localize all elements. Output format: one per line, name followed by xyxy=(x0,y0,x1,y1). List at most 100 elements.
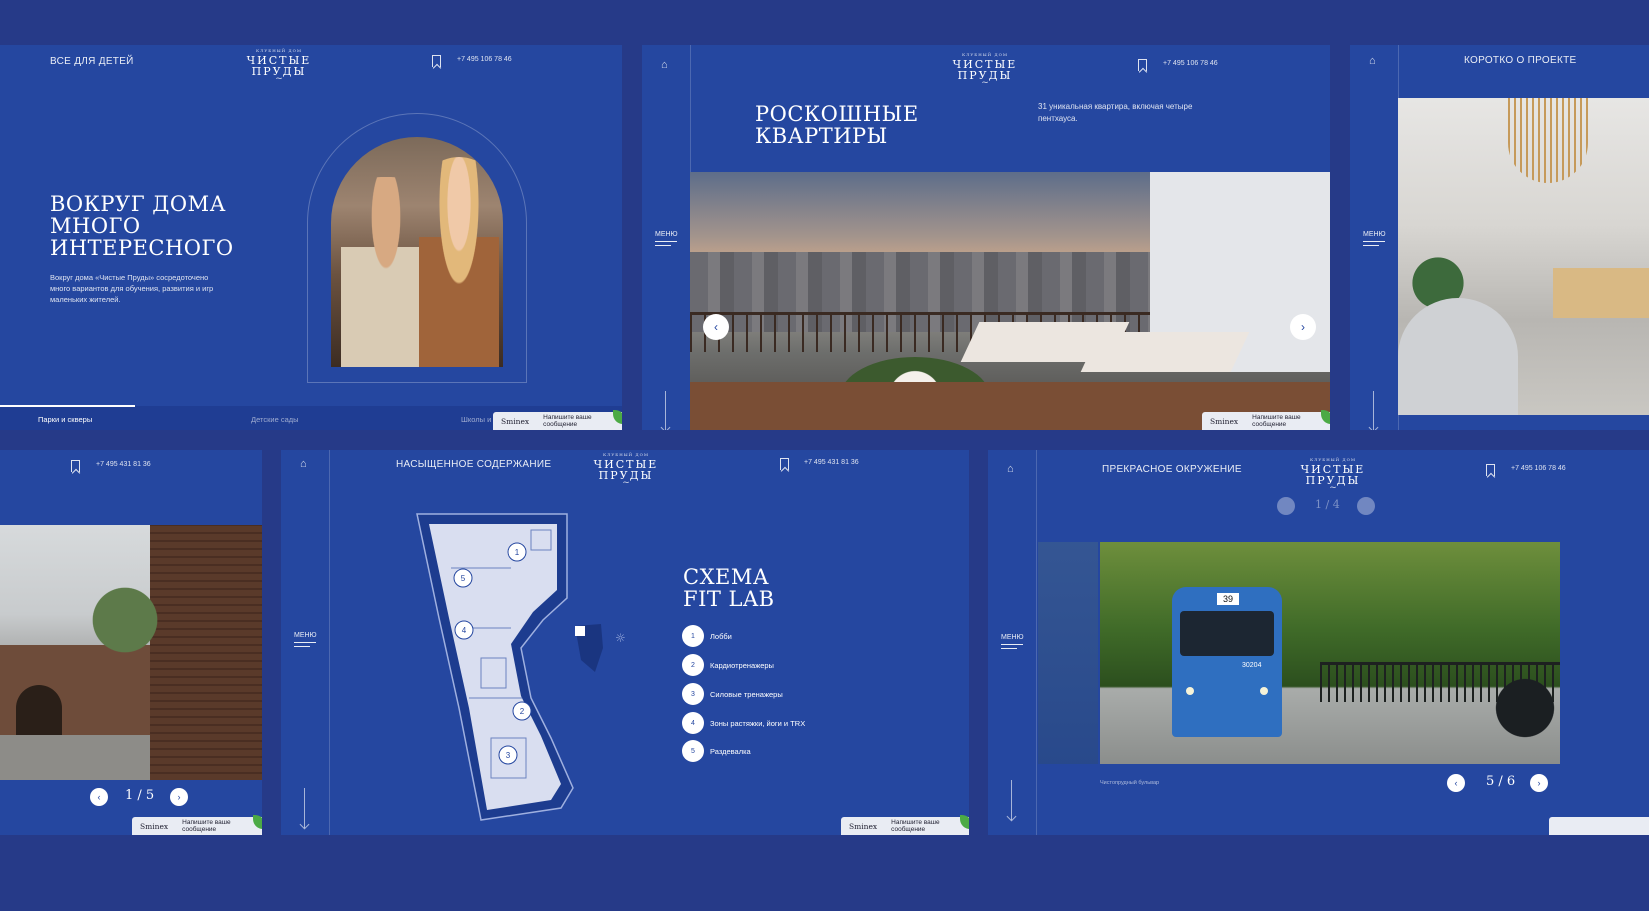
plan-marker-4[interactable]: 4 xyxy=(454,620,474,640)
side-preview-photo xyxy=(1038,542,1098,764)
panel-courtyard: +7 495 431 81 36 ‹ 1 / 5 › Sminex Напиши… xyxy=(0,450,262,835)
chat-brand: Sminex xyxy=(1210,416,1239,426)
prev-slide-button[interactable]: ‹ xyxy=(1447,774,1465,792)
scroll-down-icon[interactable] xyxy=(1011,780,1012,820)
logo[interactable]: КЛУБНЫЙ ДОМ ЧИСТЫЕ ПРУДЫ ~ xyxy=(583,453,669,488)
page-title: РОСКОШНЫЕ КВАРТИРЫ xyxy=(755,103,919,147)
plan-marker-5[interactable]: 5 xyxy=(453,568,473,588)
scroll-down-icon[interactable] xyxy=(665,391,666,430)
svg-text:1: 1 xyxy=(515,548,520,557)
plan-marker-3[interactable]: 3 xyxy=(498,745,518,765)
nav-link-kids[interactable]: ВСЕ ДЛЯ ДЕТЕЙ xyxy=(50,56,134,67)
chat-widget-edge[interactable] xyxy=(1549,817,1649,835)
bookmark-icon[interactable] xyxy=(1138,59,1147,71)
body-text: Вокруг дома «Чистые Пруды» сосредоточено… xyxy=(50,273,214,304)
home-icon[interactable]: ⌂ xyxy=(1369,55,1376,67)
logo-tagline: КЛУБНЫЙ ДОМ xyxy=(255,48,303,53)
sidebar-divider xyxy=(1036,450,1037,835)
next-slide-button[interactable]: › xyxy=(1290,314,1316,340)
logo-swoosh: ~ xyxy=(981,78,989,88)
man-figure xyxy=(341,177,431,367)
legend-item[interactable]: 3 Силовые тренажеры xyxy=(682,683,783,705)
slide-counter-top: 1 / 4 xyxy=(1315,498,1340,511)
scroll-down-icon[interactable] xyxy=(1373,391,1374,430)
bookmark-icon[interactable] xyxy=(432,55,441,67)
menu-button[interactable]: МЕНЮ xyxy=(655,231,678,246)
tab-parks[interactable]: Парки и скверы xyxy=(38,415,92,424)
legend-label: Лобби xyxy=(710,631,732,641)
menu-button[interactable]: МЕНЮ xyxy=(1363,231,1386,246)
legend-number: 4 xyxy=(682,712,704,734)
plan-marker-2[interactable]: 2 xyxy=(512,701,532,721)
girl-figure xyxy=(419,157,499,367)
page-title: СХЕМА FIT LAB xyxy=(683,566,775,610)
phone-number[interactable]: +7 495 431 81 36 xyxy=(96,461,151,468)
svg-text:3: 3 xyxy=(506,751,511,760)
title-line: ВОКРУГ ДОМА xyxy=(50,192,226,216)
lobby-photo xyxy=(1398,98,1649,415)
next-slide-button[interactable]: › xyxy=(1530,774,1548,792)
nav-link-content[interactable]: НАСЫЩЕННОЕ СОДЕРЖАНИЕ xyxy=(396,459,551,470)
plan-marker-1[interactable]: 1 xyxy=(507,542,527,562)
sofa xyxy=(1398,298,1518,415)
phone-number[interactable]: +7 495 106 78 46 xyxy=(1163,60,1218,67)
menu-button[interactable]: МЕНЮ xyxy=(1001,634,1024,649)
bookmark-icon[interactable] xyxy=(780,458,789,470)
logo-tagline: КЛУБНЫЙ ДОМ xyxy=(1309,457,1357,462)
phone-number[interactable]: +7 495 431 81 36 xyxy=(804,459,859,466)
tab-schools[interactable]: Школы и xyxy=(461,415,491,424)
foreground-blur xyxy=(1480,652,1560,764)
page-title: ВОКРУГ ДОМА МНОГО ИНТЕРЕСНОГО xyxy=(50,193,234,259)
legend-label: Кардиотренажеры xyxy=(710,660,774,670)
title-line: СХЕМА xyxy=(683,565,770,589)
tram-photo: 39 30204 xyxy=(1100,542,1560,764)
title-line: FIT LAB xyxy=(683,587,775,612)
next-slide-button[interactable] xyxy=(1357,497,1375,515)
home-icon[interactable]: ⌂ xyxy=(1007,463,1014,475)
logo[interactable]: КЛУБНЫЙ ДОМ ЧИСТЫЕ ПРУДЫ ~ xyxy=(942,53,1028,88)
arched-door xyxy=(16,685,62,735)
menu-button[interactable]: МЕНЮ xyxy=(294,632,317,647)
legend-item[interactable]: 5 Раздевалка xyxy=(682,740,751,762)
panel-about: ⌂ МЕНЮ КОРОТКО О ПРОЕКТЕ xyxy=(1350,45,1649,430)
home-icon[interactable]: ⌂ xyxy=(661,59,668,71)
legend-item[interactable]: 4 Зоны растяжки, йоги и TRX xyxy=(682,712,805,734)
paving xyxy=(0,735,150,780)
prev-slide-button[interactable]: ‹ xyxy=(90,788,108,806)
scroll-down-icon[interactable] xyxy=(304,788,305,828)
chat-widget[interactable]: Sminex Напишите ваше сообщение xyxy=(841,815,969,835)
tram-headlight xyxy=(1260,687,1268,695)
tab-kindergartens[interactable]: Детские сады xyxy=(251,415,299,424)
legend-label: Силовые тренажеры xyxy=(710,689,783,699)
logo[interactable]: КЛУБНЫЙ ДОМ ЧИСТЫЕ ПРУДЫ ~ xyxy=(1290,458,1376,493)
bookmark-icon[interactable] xyxy=(71,460,80,472)
title-line: МНОГО xyxy=(50,214,141,239)
svg-text:5: 5 xyxy=(461,574,466,583)
chandelier xyxy=(1508,98,1588,183)
prev-slide-button[interactable] xyxy=(1277,497,1295,515)
logo[interactable]: КЛУБНЫЙ ДОМ ЧИСТЫЕ ПРУДЫ ~ xyxy=(236,49,322,84)
title-line: КВАРТИРЫ xyxy=(755,124,888,149)
tram-fleet-number: 30204 xyxy=(1242,662,1262,669)
bookmark-icon[interactable] xyxy=(1486,464,1495,476)
chat-widget[interactable]: Sminex Напишите ваше сообщение xyxy=(493,410,622,430)
legend-item[interactable]: 1 Лобби xyxy=(682,625,732,647)
legend-item[interactable]: 2 Кардиотренажеры xyxy=(682,654,774,676)
phone-number[interactable]: +7 495 106 78 46 xyxy=(457,56,512,63)
phone-number[interactable]: +7 495 106 78 46 xyxy=(1511,465,1566,472)
chat-widget[interactable]: Sminex Напишите ваше сообщение xyxy=(132,815,262,835)
home-icon[interactable]: ⌂ xyxy=(300,458,307,470)
next-slide-button[interactable]: › xyxy=(170,788,188,806)
legend-number: 2 xyxy=(682,654,704,676)
legend-number: 5 xyxy=(682,740,704,762)
prev-slide-button[interactable]: ‹ xyxy=(703,314,729,340)
chat-widget[interactable]: Sminex Напишите ваше сообщение xyxy=(1202,410,1330,430)
svg-text:2: 2 xyxy=(520,707,525,716)
legend-number: 1 xyxy=(682,625,704,647)
nav-link-surroundings[interactable]: ПРЕКРАСНОЕ ОКРУЖЕНИЕ xyxy=(1102,464,1242,475)
chat-brand: Sminex xyxy=(849,821,878,831)
chat-prompt: Напишите ваше сообщение xyxy=(1252,414,1301,428)
nav-link-about[interactable]: КОРОТКО О ПРОЕКТЕ xyxy=(1464,55,1576,66)
chat-prompt: Напишите ваше сообщение xyxy=(182,819,231,833)
logo-tagline: КЛУБНЫЙ ДОМ xyxy=(961,52,1009,57)
